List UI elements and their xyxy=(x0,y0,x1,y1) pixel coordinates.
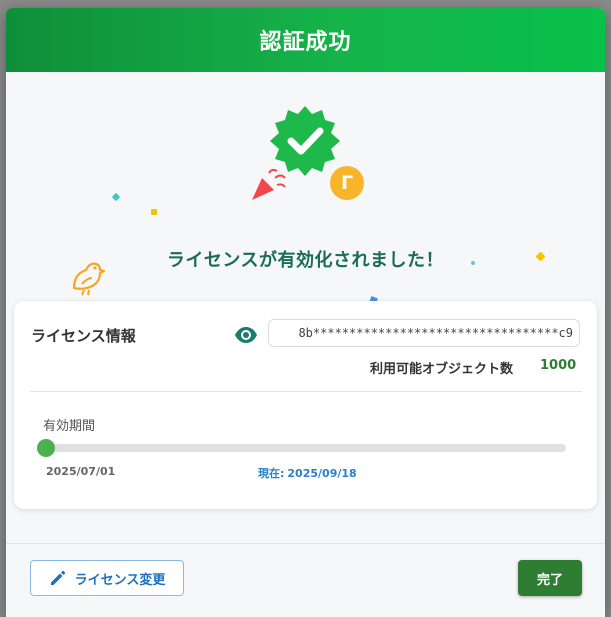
change-license-button[interactable]: ライセンス変更 xyxy=(30,560,184,596)
done-button[interactable]: 完了 xyxy=(518,560,582,596)
current-date-prefix: 現在: xyxy=(258,467,285,480)
done-button-label: 完了 xyxy=(536,572,563,588)
success-message: ライセンスが有効化されました！ xyxy=(166,250,445,271)
celebration-area: Г ライセンスが有効化されました！ xyxy=(6,72,605,312)
check-badge-icon xyxy=(270,106,340,176)
eye-icon[interactable] xyxy=(234,323,258,347)
dialog-title: 認証成功 xyxy=(259,30,352,55)
license-info-card: ライセンス情報 8b******************************… xyxy=(14,301,597,509)
confetti-piece xyxy=(111,192,121,202)
change-license-label: ライセンス変更 xyxy=(74,572,166,588)
object-count-label: 利用可能オブジェクト数 xyxy=(370,362,514,377)
footer-divider xyxy=(6,543,605,544)
pencil-icon xyxy=(50,570,65,585)
card-divider xyxy=(30,391,582,392)
validity-current-date: 現在: 2025/09/18 xyxy=(258,465,357,481)
validity-progress-thumb xyxy=(37,439,55,457)
coin-glyph: Г xyxy=(340,172,354,194)
license-key-field[interactable]: 8b**********************************c9 xyxy=(268,319,580,347)
validity-period-label: 有効期間 xyxy=(43,419,96,434)
current-date-value: 2025/09/18 xyxy=(287,467,357,480)
validity-progress-track xyxy=(37,439,566,457)
dialog-header: 認証成功 xyxy=(6,8,605,72)
license-info-title: ライセンス情報 xyxy=(31,327,136,345)
coin-icon: Г xyxy=(330,166,364,200)
license-success-dialog: 認証成功 Г ライセンスが有効化されました！ ライセンス情報 8b*******… xyxy=(6,8,605,617)
validity-start-date: 2025/07/01 xyxy=(46,465,116,478)
confetti-piece xyxy=(151,209,157,215)
object-count-value: 1000 xyxy=(540,358,577,373)
